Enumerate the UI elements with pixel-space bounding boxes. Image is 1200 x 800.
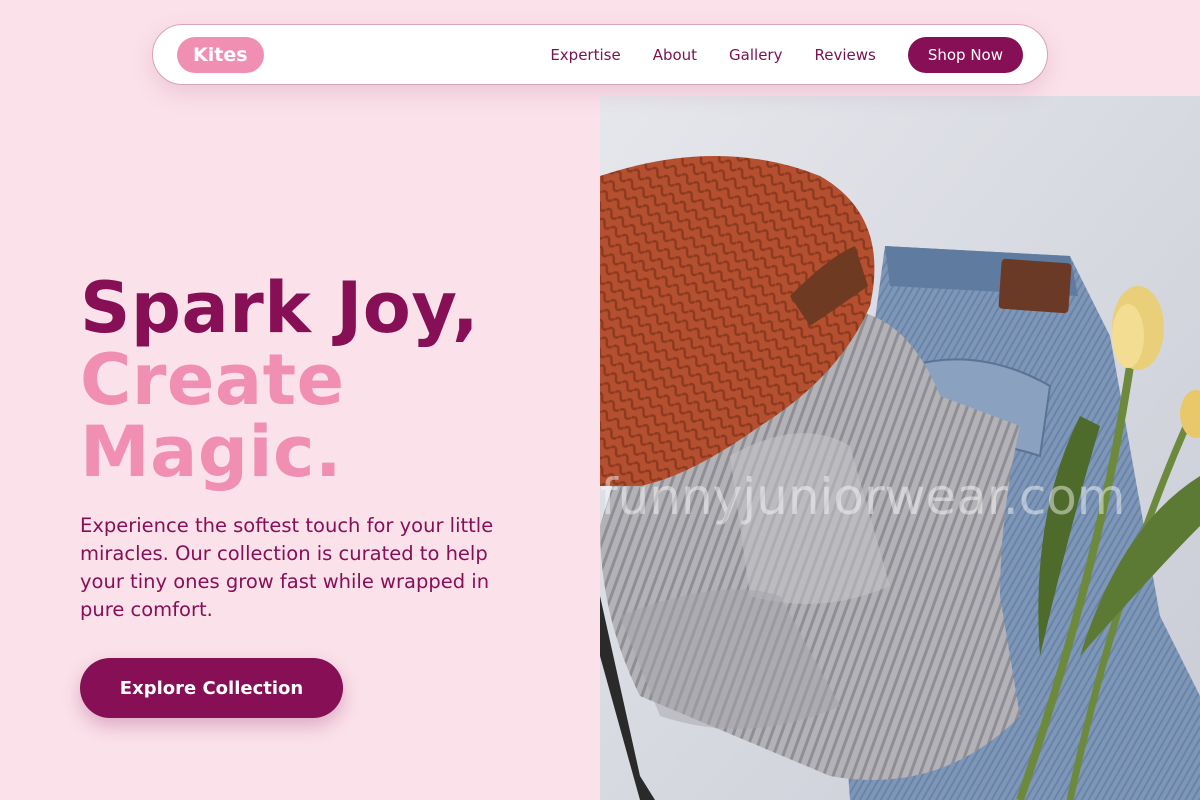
hero-description: Experience the softest touch for your li… — [80, 514, 494, 621]
hero-section: Spark Joy, Create Magic. Experience the … — [80, 272, 540, 624]
nav-link-gallery[interactable]: Gallery — [729, 46, 782, 64]
hero-title-line-1: Spark Joy, — [80, 267, 480, 349]
nav-link-about[interactable]: About — [653, 46, 697, 64]
hero-title: Spark Joy, Create Magic. — [80, 272, 540, 488]
nav-link-expertise[interactable]: Expertise — [550, 46, 620, 64]
shop-now-button[interactable]: Shop Now — [907, 36, 1023, 73]
explore-collection-button[interactable]: Explore Collection — [80, 658, 343, 718]
hero-title-line-2: Create — [80, 339, 345, 421]
nav-link-reviews[interactable]: Reviews — [814, 46, 875, 64]
nav-links: Expertise About Gallery Reviews — [550, 46, 876, 64]
image-watermark: funnyjuniorwear.com — [600, 468, 1126, 526]
hero-product-image: funnyjuniorwear.com — [600, 96, 1200, 800]
top-navbar: Kites Expertise About Gallery Reviews Sh… — [152, 24, 1048, 85]
brand-logo[interactable]: Kites — [177, 36, 264, 73]
hero-title-line-3: Magic. — [80, 411, 343, 493]
